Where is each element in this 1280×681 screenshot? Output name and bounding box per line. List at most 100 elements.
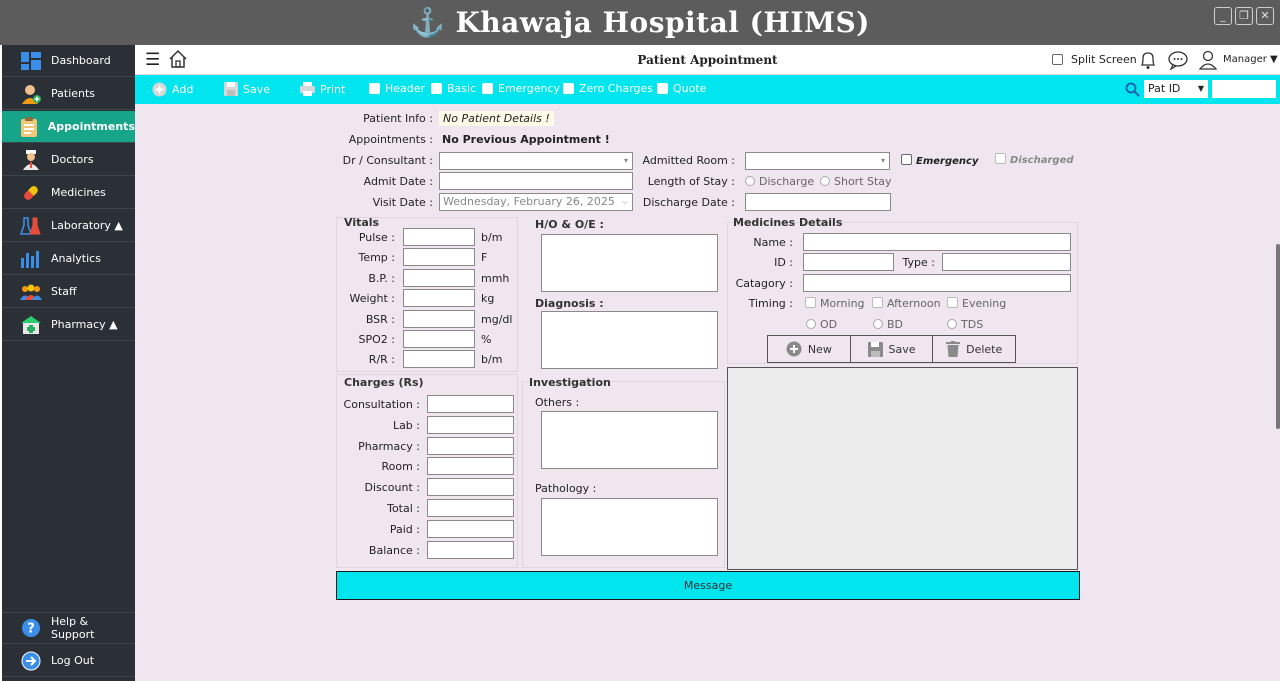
medicine-name-field[interactable]	[803, 233, 1071, 251]
print-button[interactable]: Print	[300, 82, 345, 96]
vital-unit: kg	[481, 292, 495, 306]
sidebar-item-dashboard[interactable]: Dashboard	[2, 45, 135, 77]
discharge-date-field[interactable]	[745, 193, 891, 211]
vital-field[interactable]	[403, 248, 475, 267]
quote-checkbox[interactable]: Quote	[657, 82, 706, 95]
charge-field[interactable]	[427, 540, 514, 559]
doctor-select[interactable]: ▾	[439, 152, 633, 170]
vital-field[interactable]	[403, 330, 475, 348]
charge-field[interactable]	[427, 457, 514, 476]
sidebar-item-patients[interactable]: Patients	[2, 78, 135, 110]
header-checkbox[interactable]: Header	[369, 82, 425, 95]
vital-unit: b/m	[481, 231, 503, 244]
radio-button[interactable]	[745, 176, 755, 186]
afternoon-checkbox[interactable]: Afternoon	[872, 297, 941, 310]
pathology-textarea[interactable]	[541, 498, 718, 556]
sidebar-item-appointments[interactable]: Appointments	[2, 111, 135, 143]
admitted-room-select[interactable]: ▾	[745, 152, 890, 170]
radio-button[interactable]	[806, 319, 816, 329]
morning-checkbox[interactable]: Morning	[805, 297, 865, 310]
search-by-select[interactable]: Pat ID ▼	[1144, 80, 1208, 98]
delete-medicine-button[interactable]: Delete	[933, 336, 1015, 362]
history-textarea[interactable]	[541, 234, 718, 292]
sidebar-item-laboratory[interactable]: Laboratory ▲	[2, 210, 135, 242]
others-label: Others :	[535, 396, 580, 409]
sidebar-item-staff[interactable]: Staff	[2, 276, 135, 308]
checkbox[interactable]	[369, 83, 380, 94]
discharged-toggle[interactable]: Discharged	[995, 153, 1074, 166]
checkbox[interactable]	[947, 297, 958, 308]
add-button[interactable]: Add	[152, 82, 193, 97]
sidebar-item-medicines[interactable]: Medicines	[2, 177, 135, 209]
checkbox[interactable]	[872, 297, 883, 308]
medicine-type-field[interactable]	[942, 253, 1071, 271]
visit-date-picker[interactable]: Wednesday, February 26, 2025 ⌵	[439, 193, 633, 211]
emergency-checkbox[interactable]: Emergency	[482, 82, 560, 95]
checkbox[interactable]	[657, 83, 668, 94]
charge-field[interactable]	[427, 478, 514, 497]
checkbox[interactable]	[805, 297, 816, 308]
sidebar-item-analytics[interactable]: Analytics	[2, 243, 135, 275]
sidebar-item-logout[interactable]: Log Out	[2, 645, 135, 677]
user-menu[interactable]: Manager ▼	[1223, 54, 1278, 65]
sidebar-item-label: Help & Support	[50, 615, 95, 641]
close-icon[interactable]: ✕	[1256, 7, 1274, 25]
medicines-grid[interactable]	[727, 367, 1078, 570]
bell-icon[interactable]	[1138, 50, 1158, 73]
save-button[interactable]: Save	[224, 82, 270, 96]
admit-date-field[interactable]	[439, 172, 633, 190]
charge-field[interactable]	[427, 415, 514, 434]
charge-field[interactable]	[427, 499, 514, 517]
user-icon[interactable]	[1198, 50, 1218, 73]
scrollbar[interactable]	[1276, 244, 1280, 429]
radio-button[interactable]	[820, 176, 830, 186]
new-medicine-button[interactable]: New	[768, 336, 851, 362]
vital-field[interactable]	[403, 309, 475, 328]
vital-field[interactable]	[403, 268, 475, 287]
diagnosis-textarea[interactable]	[541, 311, 718, 369]
checkbox[interactable]	[431, 83, 442, 94]
checkbox[interactable]	[482, 83, 493, 94]
charge-label: Pharmacy :	[358, 439, 420, 453]
checkbox[interactable]	[563, 83, 574, 94]
discharge-radio[interactable]: Discharge	[745, 175, 814, 188]
sidebar-item-doctors[interactable]: Doctors	[2, 144, 135, 176]
emergency-checkbox[interactable]	[901, 154, 912, 165]
search-icon[interactable]	[1125, 82, 1140, 97]
others-textarea[interactable]	[541, 411, 718, 469]
tds-radio[interactable]: TDS	[947, 318, 983, 331]
od-radio[interactable]: OD	[806, 318, 837, 331]
split-screen-toggle[interactable]: Split Screen	[1052, 53, 1137, 66]
vital-field[interactable]	[403, 350, 475, 369]
sidebar-item-help[interactable]: ? Help & Support	[2, 612, 135, 644]
basic-checkbox[interactable]: Basic	[431, 82, 476, 95]
zero-charges-checkbox[interactable]: Zero Charges	[563, 82, 653, 95]
search-input[interactable]	[1212, 80, 1276, 98]
evening-checkbox[interactable]: Evening	[947, 297, 1006, 310]
charge-field[interactable]	[427, 519, 514, 538]
history-title: H/O & O/E :	[535, 218, 604, 231]
charge-field[interactable]	[427, 436, 514, 455]
restore-icon[interactable]: ❐	[1235, 7, 1253, 25]
vital-label: R/R :	[368, 353, 395, 367]
radio-button[interactable]	[873, 319, 883, 329]
clipboard-icon	[20, 116, 39, 137]
medicine-id-field[interactable]	[803, 253, 894, 271]
bd-radio[interactable]: BD	[873, 318, 903, 331]
charge-label: Discount :	[364, 481, 421, 495]
pharmacy-icon	[20, 315, 42, 335]
short-stay-radio[interactable]: Short Stay	[820, 175, 892, 188]
vital-field[interactable]	[403, 228, 475, 246]
sidebar-item-pharmacy[interactable]: Pharmacy ▲	[2, 309, 135, 341]
minimize-icon[interactable]: _	[1214, 7, 1232, 25]
medicine-category-field[interactable]	[803, 274, 1071, 292]
emergency-toggle[interactable]: Emergency	[901, 154, 978, 167]
discharged-checkbox[interactable]	[995, 153, 1006, 164]
radio-button[interactable]	[947, 319, 957, 329]
charge-field[interactable]	[427, 395, 514, 413]
save-medicine-button[interactable]: Save	[851, 336, 934, 362]
chat-icon[interactable]	[1167, 50, 1189, 73]
vital-field[interactable]	[403, 289, 475, 308]
staff-icon	[20, 282, 42, 302]
split-screen-checkbox[interactable]	[1052, 54, 1063, 65]
